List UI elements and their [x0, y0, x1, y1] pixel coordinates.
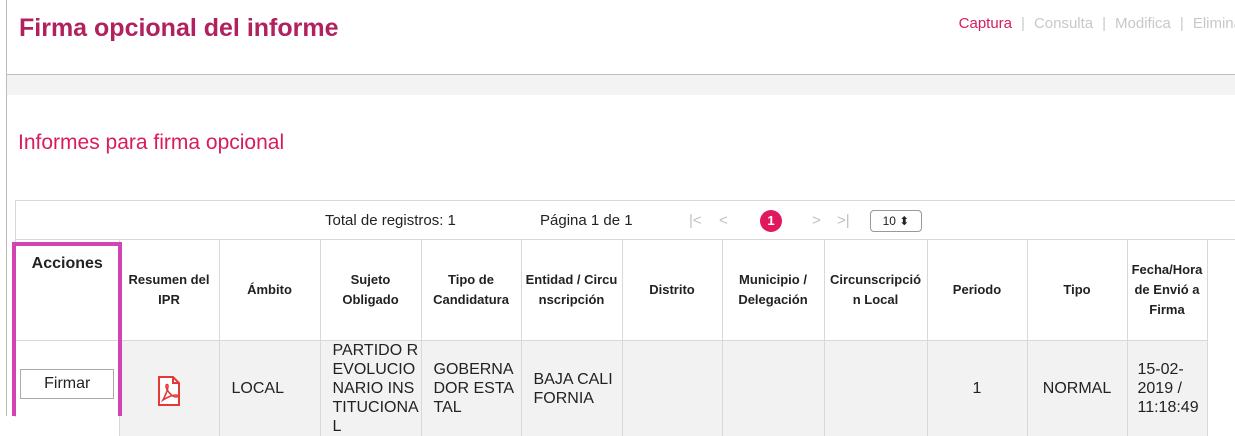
pdf-icon[interactable]: [156, 376, 182, 411]
page-indicator: Página 1 de 1: [540, 212, 633, 229]
header-divider-band: [7, 75, 1235, 95]
entidad-cell: BAJA CALIFORNIA: [521, 341, 622, 436]
nav-modifica[interactable]: Modifica: [1115, 15, 1171, 32]
fecha-cell: 15-02-2019 / 11:18:49: [1127, 341, 1207, 436]
periodo-cell: 1: [927, 341, 1027, 436]
acciones-cell: Firmar: [16, 341, 119, 436]
col-tipo: Tipo: [1027, 240, 1127, 341]
col-resumen: Resumen del IPR: [119, 240, 219, 341]
page-title: Firma opcional del informe: [19, 14, 339, 43]
col-sujeto: Sujeto Obligado: [320, 240, 421, 341]
resumen-cell: [119, 341, 219, 436]
col-ambito: Ámbito: [219, 240, 320, 341]
action-nav: Captura|Consulta|Modifica|Elimina: [959, 15, 1235, 32]
nav-captura[interactable]: Captura: [959, 15, 1012, 32]
reports-table-panel: Total de registros: 1 Página 1 de 1 |< <…: [15, 200, 1235, 417]
prev-page-button[interactable]: <: [719, 212, 728, 229]
circ-local-cell: [824, 341, 927, 436]
table-header-row: Acciones Resumen del IPR Ámbito Sujeto O…: [16, 240, 1207, 341]
first-page-button[interactable]: |<: [689, 212, 702, 229]
col-acciones: Acciones: [16, 240, 119, 341]
total-records: Total de registros: 1: [325, 212, 456, 229]
ambito-cell: LOCAL: [219, 341, 320, 436]
col-entidad: Entidad / Circunscripción: [521, 240, 622, 341]
firmar-button[interactable]: Firmar: [20, 369, 114, 399]
distrito-cell: [622, 341, 722, 436]
next-page-button[interactable]: >: [812, 212, 821, 229]
col-tipo-candidatura: Tipo de Candidatura: [421, 240, 521, 341]
sujeto-cell: PARTIDO REVOLUCIONARIO INSTITUCIONAL: [320, 341, 421, 436]
col-circ-local: Circunscripción Local: [824, 240, 927, 341]
table-row: Firmar LOCAL PARTIDO REVOLUCIONARIO INST…: [16, 341, 1207, 436]
last-page-button[interactable]: >|: [837, 212, 850, 229]
tipo-cell: NORMAL: [1027, 341, 1127, 436]
page-size-select[interactable]: 10 ⬍: [870, 210, 922, 232]
nav-elimina[interactable]: Elimina: [1193, 15, 1235, 32]
tipo-candidatura-cell: GOBERNADOR ESTATAL: [421, 341, 521, 436]
section-title: Informes para firma opcional: [18, 131, 284, 155]
current-page-button[interactable]: 1: [760, 210, 782, 232]
nav-consulta[interactable]: Consulta: [1034, 15, 1093, 32]
col-municipio: Municipio / Delegación: [722, 240, 824, 341]
municipio-cell: [722, 341, 824, 436]
pagination-bar: Total de registros: 1 Página 1 de 1 |< <…: [16, 201, 1235, 240]
col-distrito: Distrito: [622, 240, 722, 341]
reports-table: Acciones Resumen del IPR Ámbito Sujeto O…: [16, 240, 1208, 436]
col-fecha: Fecha/Hora de Envió a Firma: [1127, 240, 1207, 341]
page-header: Firma opcional del informe Captura|Consu…: [6, 0, 1235, 75]
col-periodo: Periodo: [927, 240, 1027, 341]
